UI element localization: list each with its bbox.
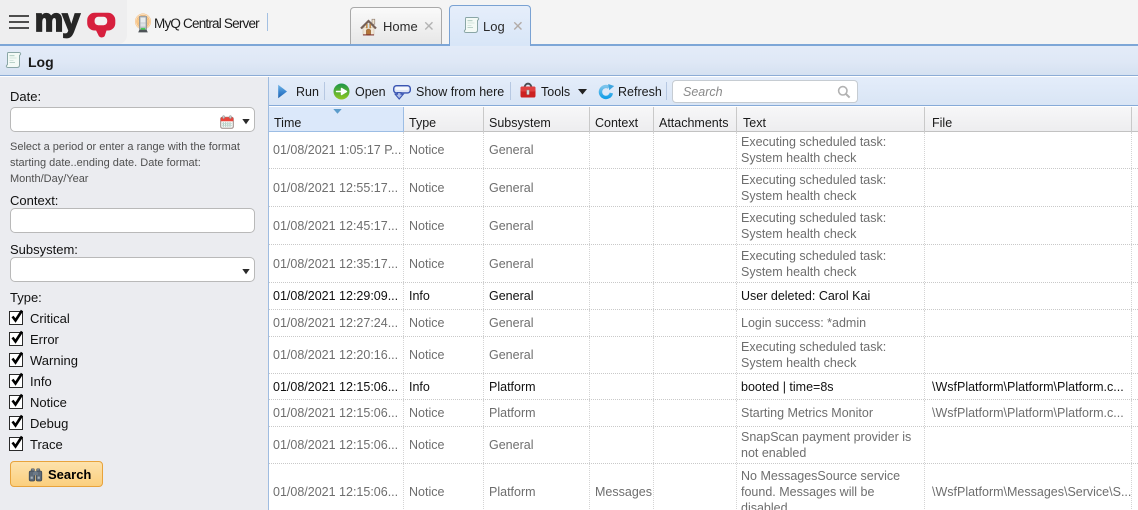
svg-text:my: my [35, 8, 80, 38]
